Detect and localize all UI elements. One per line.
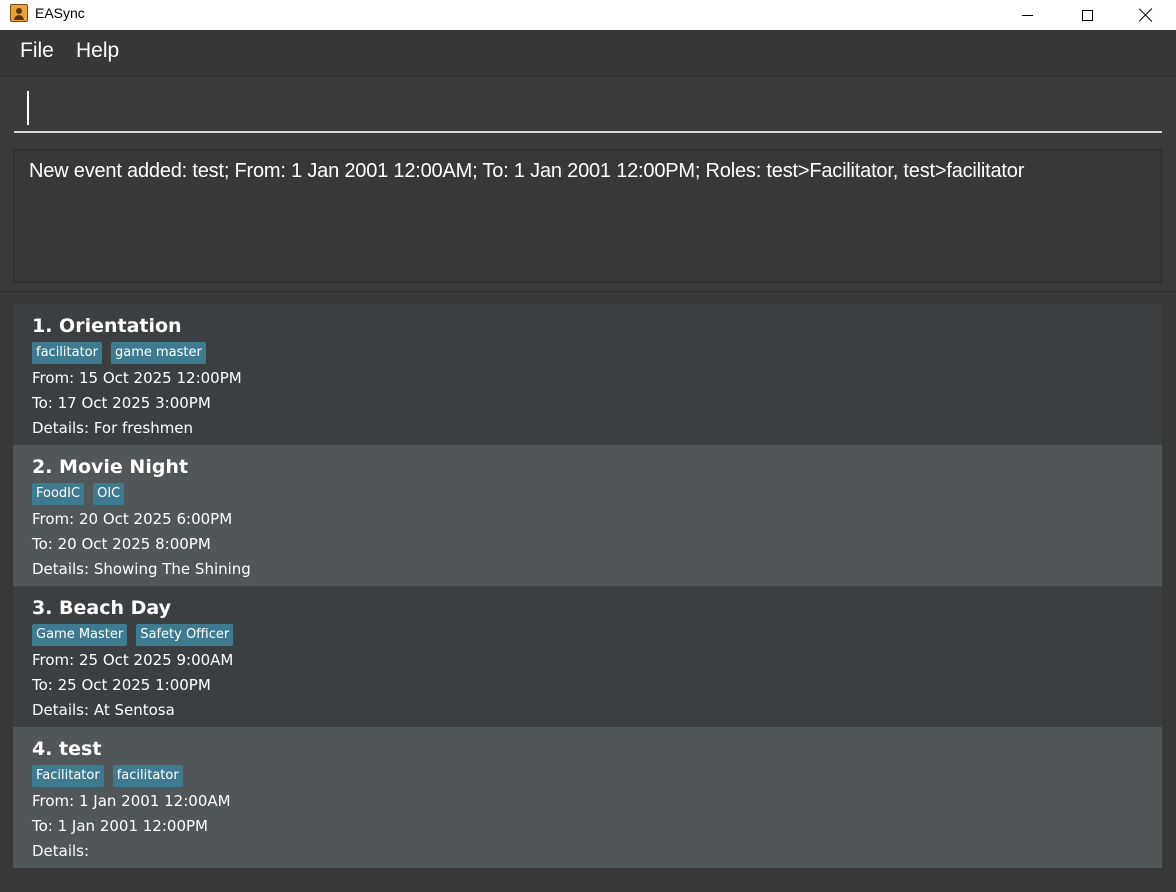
role-tag: FoodIC <box>32 483 85 505</box>
menu-bar: File Help <box>0 30 1176 74</box>
event-card[interactable]: 3. Beach Day Game Master Safety Officer … <box>13 586 1162 727</box>
minimize-button[interactable] <box>998 0 1056 30</box>
role-tag: OIC <box>93 483 125 505</box>
event-to: To: 20 Oct 2025 8:00PM <box>32 535 211 553</box>
event-to: To: 25 Oct 2025 1:00PM <box>32 676 211 694</box>
title-bar: EASync <box>0 0 1176 30</box>
event-from: From: 1 Jan 2001 12:00AM <box>32 792 231 810</box>
event-to: To: 17 Oct 2025 3:00PM <box>32 394 211 412</box>
event-card[interactable]: 2. Movie Night FoodIC OIC From: 20 Oct 2… <box>13 445 1162 586</box>
command-box <box>0 75 1176 142</box>
minimize-icon <box>1021 14 1033 16</box>
event-details: Details: <box>32 842 90 860</box>
event-title: 1. Orientation <box>32 315 182 337</box>
role-tag: game master <box>111 342 206 364</box>
event-from: From: 20 Oct 2025 6:00PM <box>32 510 233 528</box>
event-card[interactable]: 4. test Facilitator facilitator From: 1 … <box>13 727 1162 868</box>
event-details: Details: For freshmen <box>32 419 194 437</box>
event-from: From: 25 Oct 2025 9:00AM <box>32 651 234 669</box>
event-to: To: 1 Jan 2001 12:00PM <box>32 817 208 835</box>
menu-help[interactable]: Help <box>76 39 119 63</box>
event-title: 2. Movie Night <box>32 456 189 478</box>
event-tags: FoodIC OIC <box>32 483 125 505</box>
role-tag: Game Master <box>32 624 128 646</box>
event-card[interactable]: 1. Orientation facilitator game master F… <box>13 304 1162 445</box>
event-tags: facilitator game master <box>32 342 206 364</box>
result-box: New event added: test; From: 1 Jan 2001 … <box>13 149 1162 283</box>
result-message: New event added: test; From: 1 Jan 2001 … <box>29 160 1025 182</box>
menu-file[interactable]: File <box>20 39 54 63</box>
window-title: EASync <box>35 5 85 21</box>
result-display: New event added: test; From: 1 Jan 2001 … <box>0 142 1176 290</box>
event-list: 1. Orientation facilitator game master F… <box>0 291 1176 892</box>
role-tag: facilitator <box>32 342 102 364</box>
text-caret <box>27 91 29 125</box>
event-details: Details: At Sentosa <box>32 701 175 719</box>
event-tags: Game Master Safety Officer <box>32 624 234 646</box>
event-title: 4. test <box>32 738 102 760</box>
event-tags: Facilitator facilitator <box>32 765 183 787</box>
role-tag: Safety Officer <box>136 624 234 646</box>
maximize-button[interactable] <box>1058 0 1116 30</box>
event-title: 3. Beach Day <box>32 597 172 619</box>
role-tag: facilitator <box>112 765 183 787</box>
command-input[interactable] <box>14 86 1162 133</box>
event-from: From: 15 Oct 2025 12:00PM <box>32 369 242 387</box>
app-icon <box>10 4 28 22</box>
close-button[interactable] <box>1117 0 1175 30</box>
role-tag: Facilitator <box>32 765 104 787</box>
event-details: Details: Showing The Shining <box>32 560 251 578</box>
close-icon <box>1139 8 1153 22</box>
maximize-icon <box>1081 9 1093 21</box>
